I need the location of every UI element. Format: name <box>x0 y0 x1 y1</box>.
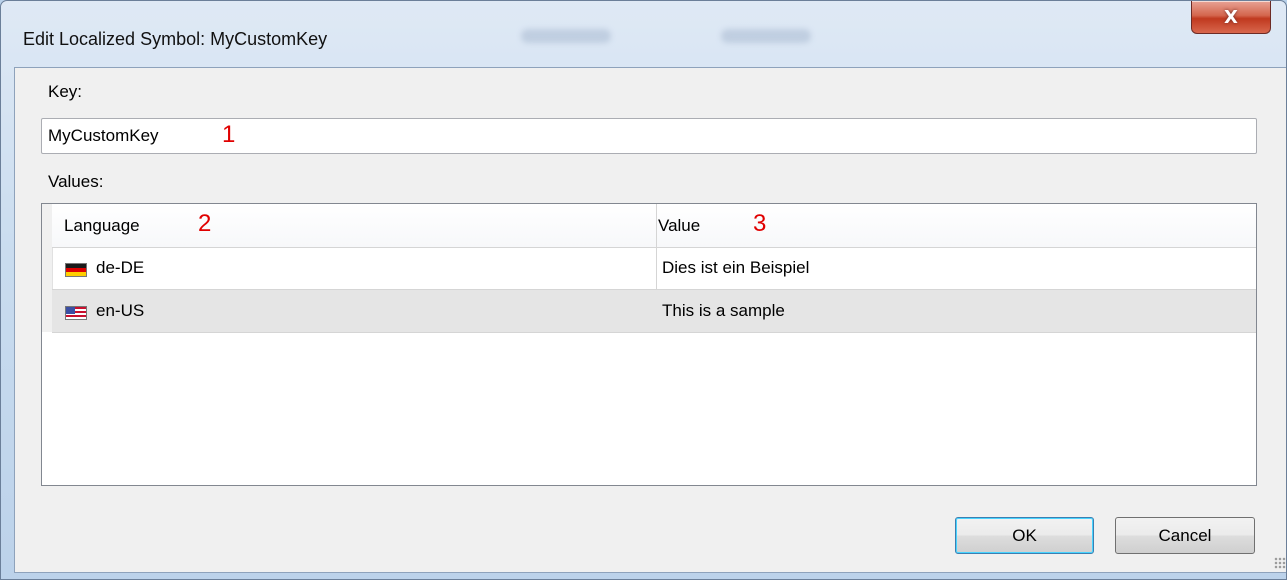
value-cell[interactable]: Dies ist ein Beispiel <box>662 258 809 278</box>
flag-de-icon <box>65 263 87 277</box>
language-cell: en-US <box>96 301 145 320</box>
language-cell: de-DE <box>96 258 145 277</box>
resize-grip-icon[interactable] <box>1274 557 1286 569</box>
window-title: Edit Localized Symbol: MyCustomKey <box>23 29 328 49</box>
title-bar[interactable]: Edit Localized Symbol: MyCustomKey X <box>1 1 1286 67</box>
close-icon: X <box>1224 6 1238 28</box>
annotation-marker-3: 3 <box>753 210 767 237</box>
annotation-marker-2: 2 <box>198 210 212 237</box>
cancel-button[interactable]: Cancel <box>1115 517 1255 554</box>
column-header-language[interactable]: Language 2 <box>64 204 644 247</box>
dialog-content: Key: MyCustomKey 1 Values: Language 2 Va… <box>14 67 1286 573</box>
ok-button[interactable]: OK <box>955 517 1094 554</box>
key-input-value: MyCustomKey <box>48 126 159 145</box>
grid-header: Language 2 Value 3 <box>52 204 1256 248</box>
values-label: Values: <box>48 172 104 191</box>
close-button[interactable]: X <box>1191 1 1271 34</box>
table-row[interactable]: en-US This is a sample <box>52 290 1256 333</box>
column-header-value-label: Value <box>658 216 701 235</box>
annotation-marker-1: 1 <box>222 121 236 148</box>
dialog-window: Edit Localized Symbol: MyCustomKey X Key… <box>0 0 1287 580</box>
column-header-value[interactable]: Value 3 <box>658 204 1248 247</box>
values-grid[interactable]: Language 2 Value 3 de-DE Dies ist ein Be… <box>41 203 1257 486</box>
key-label: Key: <box>48 82 83 101</box>
key-input[interactable]: MyCustomKey 1 <box>41 118 1257 154</box>
table-row[interactable]: de-DE Dies ist ein Beispiel <box>52 247 1256 290</box>
flag-us-icon <box>65 306 87 320</box>
column-header-language-label: Language <box>64 216 140 235</box>
value-cell[interactable]: This is a sample <box>662 301 785 321</box>
